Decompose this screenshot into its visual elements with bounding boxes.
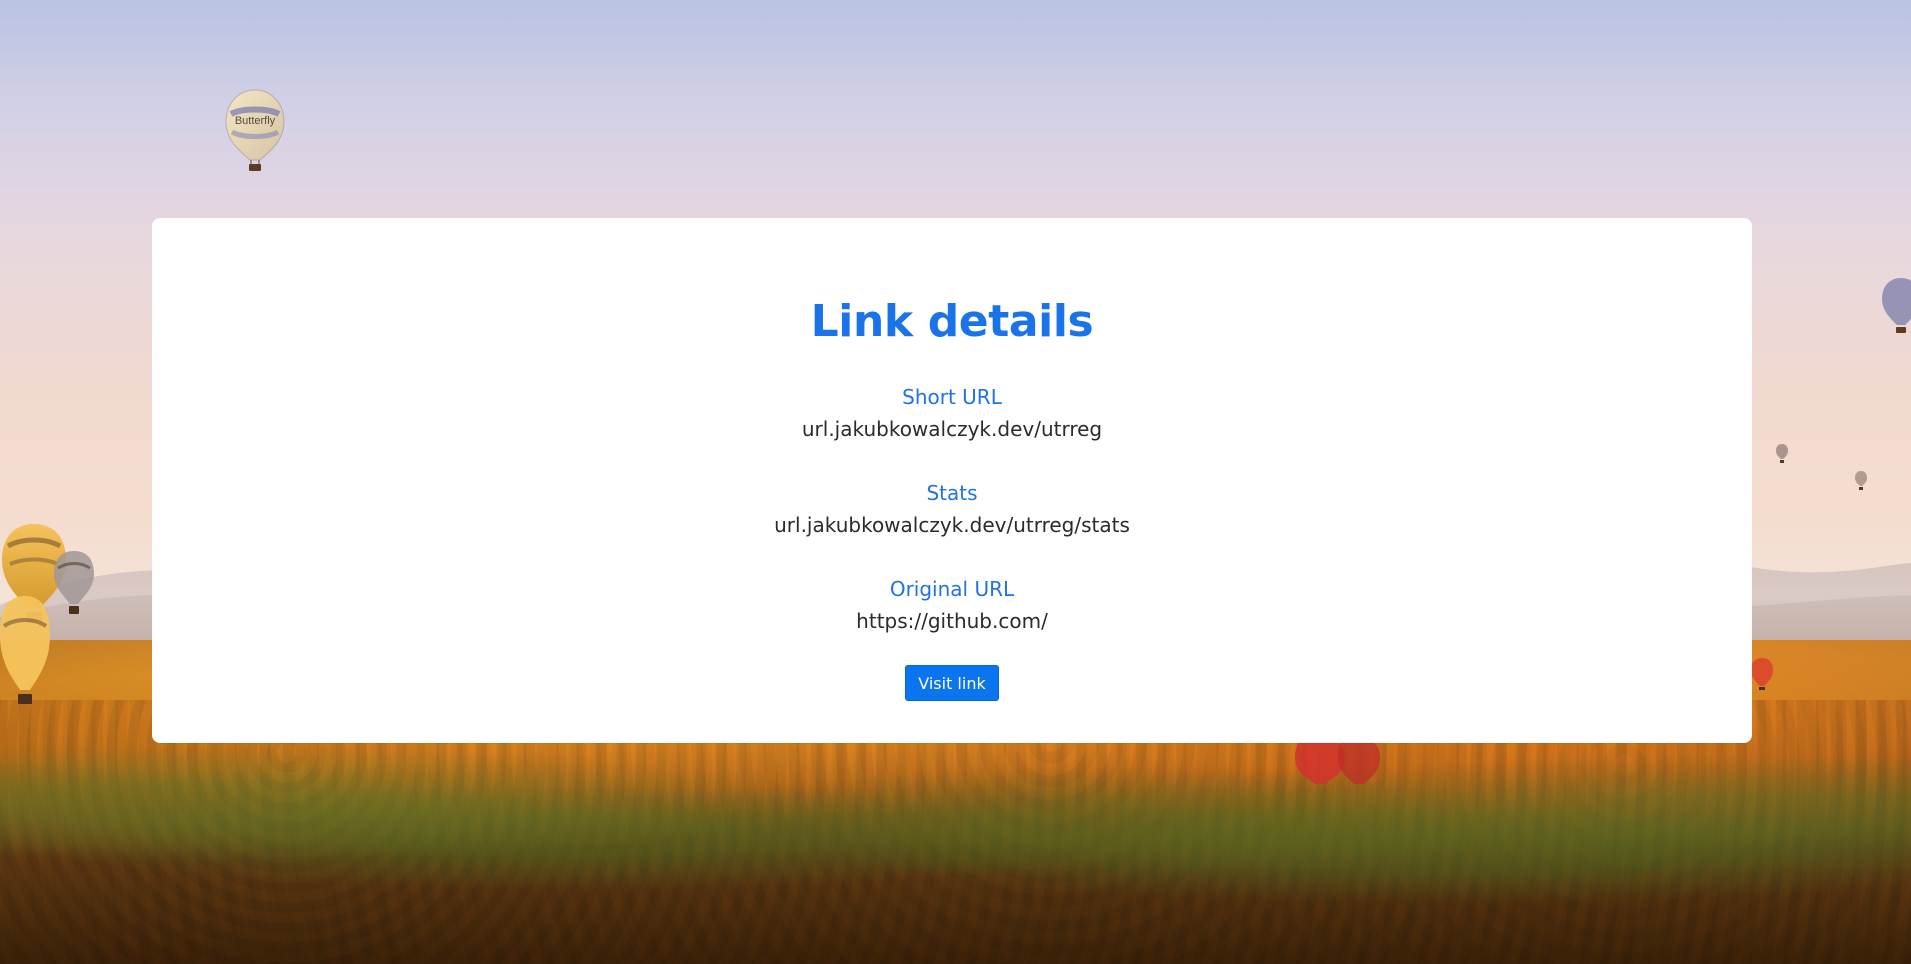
balloon-left-cluster-3 <box>0 590 50 710</box>
short-url-section: Short URL url.jakubkowalczyk.dev/utrreg <box>802 385 1102 441</box>
link-details-content: Link details Short URL url.jakubkowalczy… <box>152 218 1752 743</box>
balloon-icon <box>1855 471 1867 490</box>
balloon-icon <box>1751 658 1773 690</box>
short-url-value: url.jakubkowalczyk.dev/utrreg <box>801 417 1103 441</box>
balloon-left-cluster-2 <box>52 548 96 618</box>
short-url-label: Short URL <box>902 385 1002 409</box>
link-details-card: Link details Short URL url.jakubkowalczy… <box>152 218 1752 743</box>
balloon-far-right-1 <box>1775 443 1789 463</box>
stats-value: url.jakubkowalczyk.dev/utrreg/stats <box>774 513 1130 537</box>
visit-link-button[interactable]: Visit link <box>905 665 999 701</box>
balloon-top-left: Butterfly <box>222 86 288 172</box>
balloon-right-low <box>1750 656 1774 690</box>
balloon-text: Butterfly <box>235 115 276 127</box>
stats-section: Stats url.jakubkowalczyk.dev/utrreg/stat… <box>774 481 1130 537</box>
balloon-icon <box>54 551 94 614</box>
balloon-right-edge <box>1880 275 1911 335</box>
stats-label: Stats <box>926 481 978 505</box>
original-url-section: Original URL https://github.com/ <box>856 577 1048 633</box>
original-url-label: Original URL <box>889 577 1015 601</box>
terrain-greenery <box>0 735 1911 964</box>
balloon-icon <box>1776 444 1788 463</box>
balloon-icon <box>0 596 50 704</box>
balloon-icon <box>1882 278 1911 333</box>
page-title: Link details <box>810 296 1094 347</box>
balloon-far-right-2 <box>1854 470 1868 490</box>
original-url-value: https://github.com/ <box>856 609 1048 633</box>
balloon-icon: Butterfly <box>225 89 285 171</box>
